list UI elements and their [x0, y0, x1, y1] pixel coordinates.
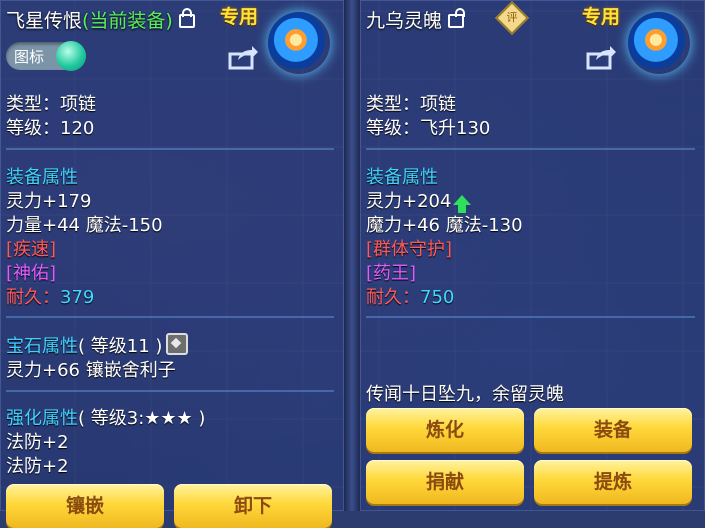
extract-button[interactable]: 提炼 — [534, 460, 692, 504]
unequip-button[interactable]: 卸下 — [174, 484, 332, 528]
attr-text: 灵力+204 — [366, 191, 452, 212]
item-name: 九乌灵魄 — [366, 10, 443, 32]
refine-button[interactable]: 炼化 — [366, 408, 524, 452]
item-title: 九乌灵魄 — [366, 6, 466, 33]
enhance-attr: 法防+2 — [6, 432, 69, 453]
item-type: 类型：项链 — [6, 94, 96, 115]
attr-header: 装备属性 — [6, 167, 78, 188]
equipped-status: (当前装备) — [82, 10, 173, 32]
enhance-section: 强化属性( 等级3:★★★ ) — [6, 404, 205, 430]
divider — [366, 148, 695, 150]
attr-line: 灵力+204 — [366, 187, 472, 213]
special-effect: [疾速] — [6, 239, 57, 260]
special-tag: 专用 — [220, 6, 259, 28]
item-name: 飞星传恨 — [6, 10, 83, 32]
enhance-level: ( 等级3:★★★ ) — [78, 408, 206, 429]
divider — [6, 390, 334, 392]
icon-toggle-label: 图标 — [14, 48, 45, 66]
donate-button[interactable]: 捐献 — [366, 460, 524, 504]
item-type: 类型：项链 — [366, 94, 456, 115]
gem-attr: 灵力+66 镶嵌舍利子 — [6, 360, 176, 381]
unlock-icon[interactable] — [448, 8, 466, 28]
attr-line: 魔力+46 魔法-130 — [366, 215, 523, 236]
attr-header: 装备属性 — [366, 167, 438, 188]
durability-line: 耐久：750 — [366, 283, 454, 309]
special-skill: [药王] — [366, 263, 417, 284]
gem-header: 宝石属性 — [6, 336, 78, 357]
divider — [6, 148, 334, 150]
rating-badge-icon[interactable]: 评 — [495, 1, 529, 35]
toggle-knob — [56, 41, 86, 71]
compare-item-tooltip: 九乌灵魄 评 专用 类型：项链 等级：飞升130 装备属性 灵力+204 魔力+… — [360, 0, 705, 511]
durability-label: 耐久： — [6, 287, 60, 308]
necklace-icon — [628, 12, 690, 74]
necklace-icon — [268, 12, 330, 74]
item-level: 等级：飞升130 — [366, 118, 491, 139]
share-icon[interactable] — [586, 44, 616, 70]
gem-level: ( 等级11 ) — [78, 336, 163, 357]
item-title: 飞星传恨(当前装备) — [6, 6, 195, 33]
item-level: 等级：120 — [6, 118, 95, 139]
panel-divider — [344, 0, 360, 511]
icon-toggle[interactable]: 图标 — [6, 41, 86, 71]
gem-section: 宝石属性( 等级11 ) — [6, 332, 189, 358]
special-tag: 专用 — [582, 6, 621, 28]
attr-line: 灵力+179 — [6, 191, 92, 212]
item-lore: 传闻十日坠九，余留灵魄 — [366, 384, 564, 405]
rating-label: 评 — [506, 11, 518, 24]
divider — [366, 316, 695, 318]
special-effect: [群体守护] — [366, 239, 453, 260]
lock-icon[interactable] — [178, 8, 195, 28]
durability-value: 750 — [420, 287, 455, 308]
enhance-attr: 法防+2 — [6, 456, 69, 477]
enhance-header: 强化属性 — [6, 408, 78, 429]
equip-button[interactable]: 装备 — [534, 408, 692, 452]
inlay-button[interactable]: 镶嵌 — [6, 484, 164, 528]
attr-line: 力量+44 魔法-150 — [6, 215, 163, 236]
current-item-tooltip: 飞星传恨(当前装备) 专用 图标 类型：项链 等级：120 装备属性 灵力+17… — [0, 0, 344, 528]
durability-label: 耐久： — [366, 287, 420, 308]
durability-value: 379 — [60, 287, 95, 308]
divider — [6, 316, 334, 318]
share-icon[interactable] — [228, 44, 258, 70]
durability-line: 耐久：379 — [6, 283, 94, 309]
special-skill: [神佑] — [6, 263, 57, 284]
gem-icon[interactable] — [166, 333, 189, 355]
increase-arrow-icon — [453, 195, 472, 213]
